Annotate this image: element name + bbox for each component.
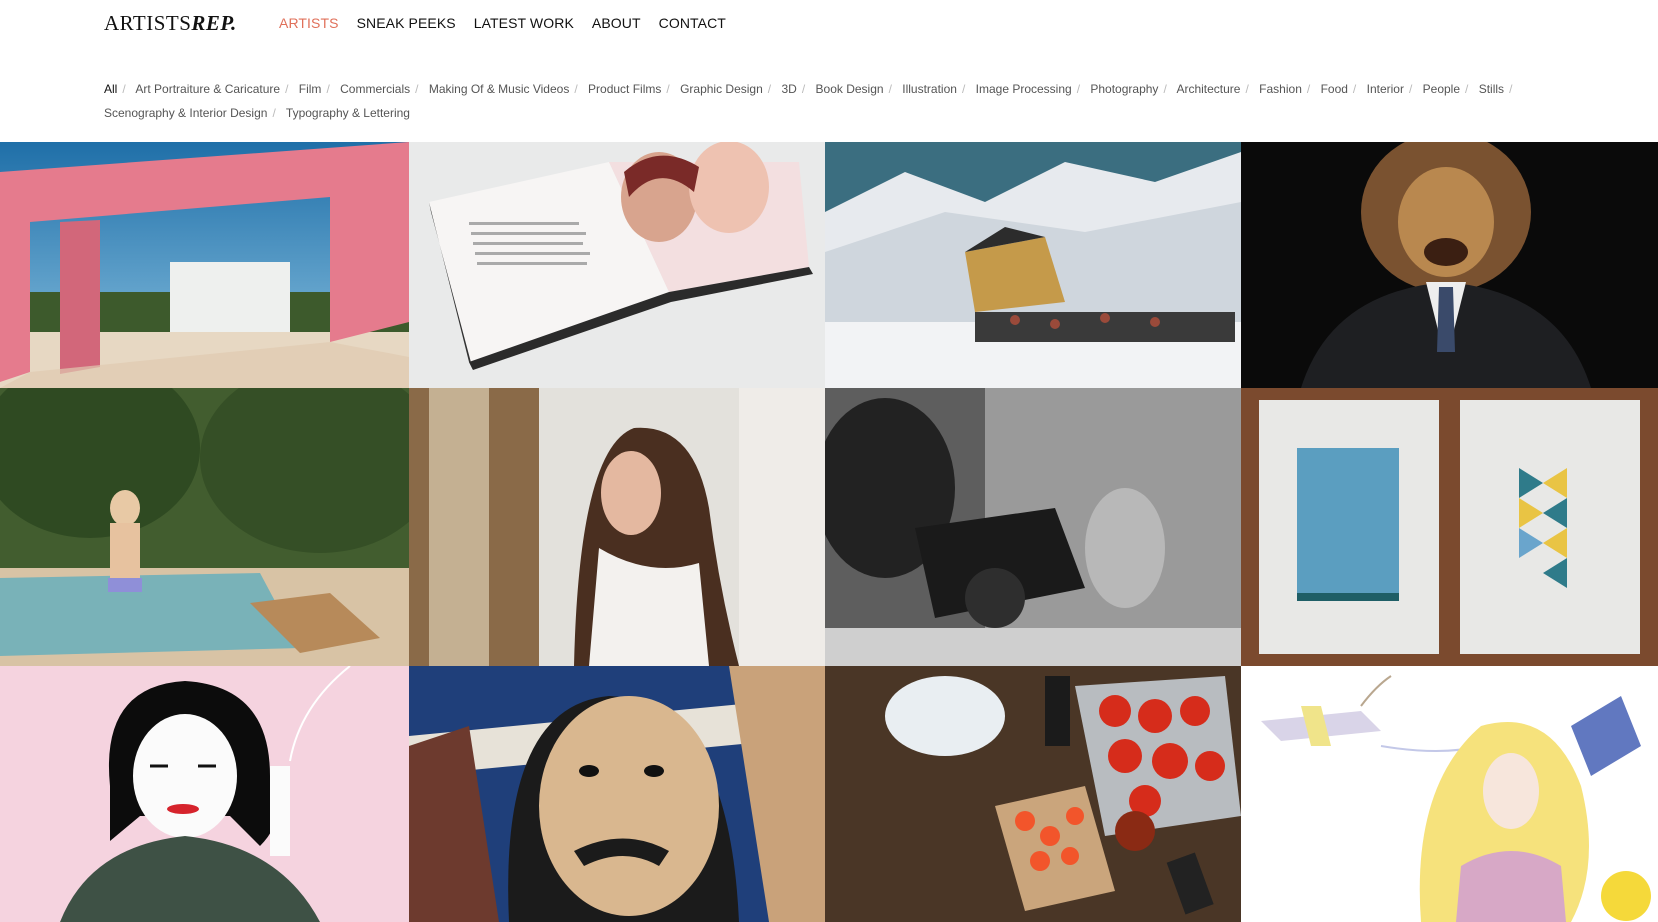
filter-image-processing[interactable]: Image Processing — [976, 82, 1072, 96]
filter-food[interactable]: Food — [1321, 82, 1348, 96]
nav-latest-work[interactable]: LATEST WORK — [474, 15, 574, 31]
nav-about[interactable]: ABOUT — [592, 15, 641, 31]
portfolio-tile-film-camera-bw[interactable] — [825, 388, 1241, 666]
filter-commercials[interactable]: Commercials — [340, 82, 410, 96]
filter-separator: / — [122, 82, 126, 96]
filter-film[interactable]: Film — [299, 82, 322, 96]
portfolio-tile-fashion-illustration[interactable] — [1241, 666, 1658, 922]
filter-architecture[interactable]: Architecture — [1176, 82, 1240, 96]
filter-separator: / — [888, 82, 892, 96]
filter-people[interactable]: People — [1423, 82, 1460, 96]
filter-product-films[interactable]: Product Films — [588, 82, 661, 96]
portfolio-tile-ski-lodge-mountains[interactable] — [825, 142, 1241, 388]
filter-making-of[interactable]: Making Of & Music Videos — [429, 82, 570, 96]
filter-separator: / — [801, 82, 806, 96]
brand-name-part2: REP. — [191, 11, 237, 35]
brand-logo[interactable]: ARTISTSREP. — [104, 11, 237, 36]
portfolio-tile-lion-suit[interactable] — [1241, 142, 1658, 388]
portfolio-tile-magazine-spread[interactable] — [409, 142, 825, 388]
filter-separator: / — [326, 82, 330, 96]
filter-typography[interactable]: Typography & Lettering — [286, 106, 410, 120]
portfolio-tile-woman-portrait[interactable] — [409, 388, 825, 666]
filter-photography[interactable]: Photography — [1090, 82, 1158, 96]
filter-separator: / — [767, 82, 772, 96]
portfolio-tile-mosaic-portrait[interactable] — [409, 666, 825, 922]
portfolio-grid — [0, 142, 1658, 922]
filter-separator: / — [666, 82, 670, 96]
portfolio-tile-pink-wall-architecture[interactable] — [0, 142, 409, 388]
filter-separator: / — [1245, 82, 1249, 96]
filter-interior[interactable]: Interior — [1367, 82, 1404, 96]
filter-book-design[interactable]: Book Design — [816, 82, 884, 96]
filter-separator: / — [1509, 82, 1513, 96]
nav-contact[interactable]: CONTACT — [659, 15, 726, 31]
filter-separator: / — [1465, 82, 1469, 96]
filter-separator: / — [1306, 82, 1311, 96]
portfolio-tile-illustration-woman-smoking[interactable] — [0, 666, 409, 922]
main-nav: ARTISTS SNEAK PEEKS LATEST WORK ABOUT CO… — [279, 15, 744, 31]
filter-art-portraiture[interactable]: Art Portraiture & Caricature — [135, 82, 280, 96]
filter-graphic-design[interactable]: Graphic Design — [680, 82, 763, 96]
filter-separator: / — [961, 82, 966, 96]
filter-separator: / — [272, 106, 276, 120]
filter-scenography[interactable]: Scenography & Interior Design — [104, 106, 267, 120]
portfolio-tile-pool-woman[interactable] — [0, 388, 409, 666]
filter-separator: / — [574, 82, 578, 96]
portfolio-tile-food-tomatoes[interactable] — [825, 666, 1241, 922]
filter-separator: / — [415, 82, 419, 96]
category-filter-bar: All / Art Portraiture & Caricature / Film /… — [104, 77, 1544, 125]
filter-separator: / — [1352, 82, 1357, 96]
filter-separator: / — [1408, 82, 1413, 96]
filter-all[interactable]: All — [104, 82, 117, 96]
portfolio-tile-graphic-posters[interactable] — [1241, 388, 1658, 666]
nav-sneak-peeks[interactable]: SNEAK PEEKS — [357, 15, 456, 31]
filter-fashion[interactable]: Fashion — [1259, 82, 1302, 96]
brand-name-part1: ARTISTS — [104, 11, 192, 35]
filter-stills[interactable]: Stills — [1479, 82, 1504, 96]
filter-3d[interactable]: 3D — [781, 82, 796, 96]
filter-separator: / — [285, 82, 289, 96]
filter-separator: / — [1076, 82, 1081, 96]
filter-separator: / — [1163, 82, 1167, 96]
filter-illustration[interactable]: Illustration — [902, 82, 957, 96]
nav-artists[interactable]: ARTISTS — [279, 15, 339, 31]
